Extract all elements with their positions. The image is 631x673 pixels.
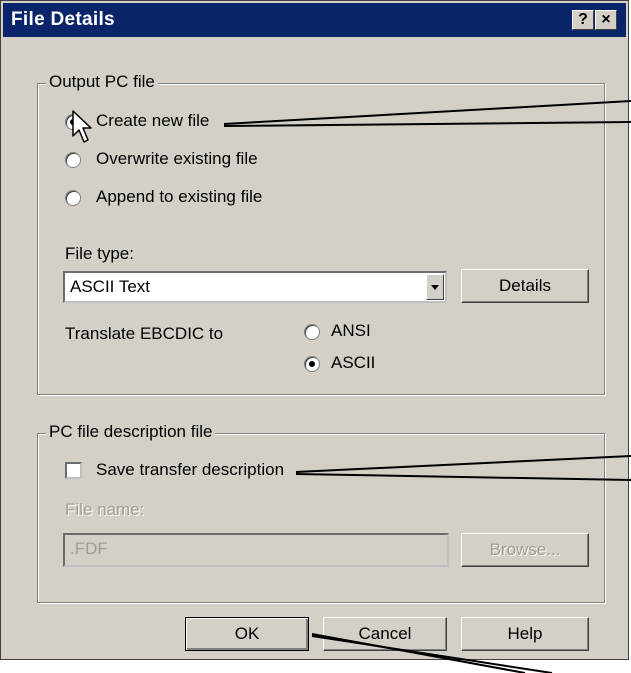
file-name-input[interactable]: .FDF (63, 533, 449, 567)
details-button[interactable]: Details (461, 269, 589, 303)
label-ansi[interactable]: ANSI (331, 321, 371, 341)
description-group-legend: PC file description file (46, 422, 216, 442)
file-type-dropdown[interactable]: ASCII Text (63, 271, 447, 303)
close-icon[interactable]: × (595, 10, 617, 30)
radio-create-new-file[interactable] (65, 114, 81, 130)
file-type-value: ASCII Text (70, 277, 150, 296)
radio-dot-icon (309, 361, 315, 367)
label-save-transfer-description[interactable]: Save transfer description (96, 460, 284, 480)
help-title-button[interactable]: ? (572, 10, 594, 30)
file-name-label: File name: (65, 500, 145, 519)
file-type-label: File type: (65, 244, 134, 263)
translate-ebcdic-label: Translate EBCDIC to (65, 324, 224, 343)
label-ascii[interactable]: ASCII (331, 353, 375, 373)
radio-append-existing-file[interactable] (65, 190, 81, 206)
file-name-value: .FDF (70, 539, 108, 558)
cancel-button[interactable]: Cancel (323, 617, 447, 651)
browse-button[interactable]: Browse... (461, 533, 589, 567)
save-transfer-description-checkbox[interactable] (65, 462, 82, 479)
radio-ansi[interactable] (304, 324, 320, 340)
radio-overwrite-existing-file[interactable] (65, 152, 81, 168)
help-button[interactable]: Help (461, 617, 589, 651)
label-append-existing-file[interactable]: Append to existing file (96, 187, 262, 207)
file-details-dialog: File Details ? × Output PC file Create n… (0, 0, 629, 660)
ok-button[interactable]: OK (185, 617, 309, 651)
title-bar[interactable]: File Details ? × (3, 3, 626, 37)
label-overwrite-existing-file[interactable]: Overwrite existing file (96, 149, 258, 169)
chevron-down-icon[interactable] (426, 274, 444, 300)
radio-dot-icon (70, 119, 76, 125)
window-title: File Details (11, 9, 115, 30)
label-create-new-file[interactable]: Create new file (96, 111, 209, 131)
output-group-legend: Output PC file (46, 72, 158, 92)
radio-ascii[interactable] (304, 356, 320, 372)
